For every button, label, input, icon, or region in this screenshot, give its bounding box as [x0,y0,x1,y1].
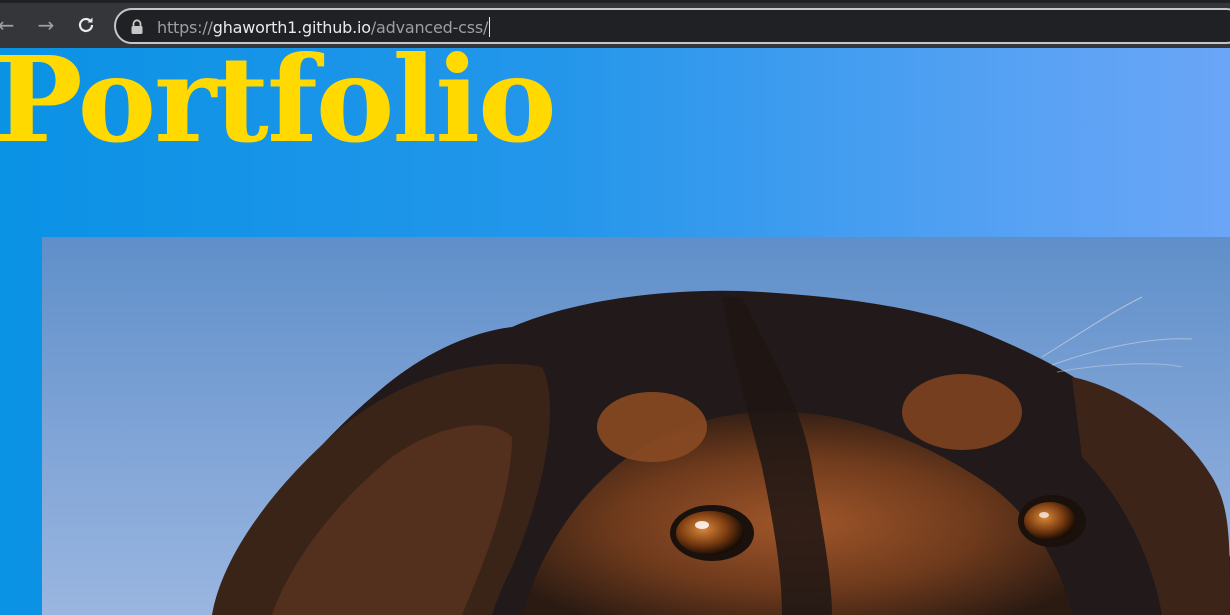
forward-button[interactable]: → [32,11,60,39]
page-content: Portfolio [0,48,1230,615]
lock-icon [131,19,143,34]
arrow-right-icon: → [37,13,55,37]
url-path: /advanced-css/ [370,18,489,37]
dog-photo [42,237,1230,615]
url-scheme: https:// [157,18,213,37]
url-text[interactable]: https://ghaworth1.github.io/advanced-css… [157,17,491,37]
reload-button[interactable] [72,11,100,39]
dog-image [42,237,1230,615]
reload-icon [78,17,94,33]
url-host: ghaworth1.github.io [212,18,371,37]
back-button[interactable]: ← [0,11,20,39]
page-title: Portfolio [0,48,557,169]
address-bar[interactable]: https://ghaworth1.github.io/advanced-css… [114,8,1230,44]
browser-toolbar: ← → https://ghaworth1.github.io/advanced… [0,0,1230,48]
text-caret [489,17,491,37]
arrow-left-icon: ← [0,13,15,37]
